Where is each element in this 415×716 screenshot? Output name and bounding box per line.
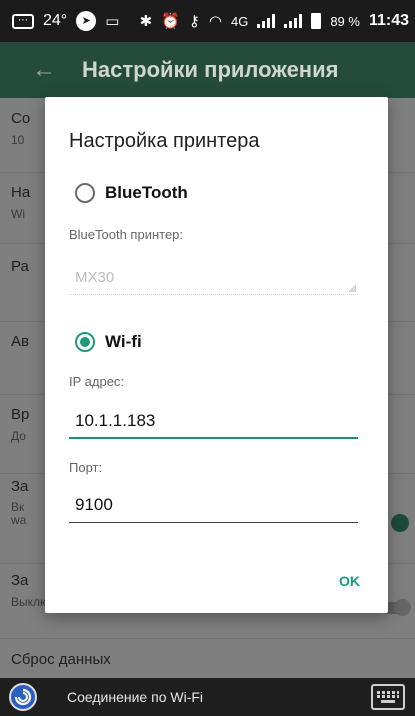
bluetooth-radio[interactable] — [75, 183, 95, 203]
connection-status-text: Соединение по Wi-Fi — [67, 689, 204, 705]
keyboard-icon[interactable] — [371, 684, 405, 710]
bluetooth-icon: ✱ — [139, 12, 153, 30]
key-icon: ⚷ — [188, 12, 200, 30]
page-title: Настройки приложения — [82, 57, 339, 82]
setting-title: Сброс данных — [11, 651, 111, 668]
ok-button[interactable]: OK — [339, 573, 360, 589]
wifi-label: Wi-fi — [105, 332, 142, 351]
port-label: Порт: — [69, 460, 103, 475]
alarm-icon: ⏰ — [161, 12, 180, 30]
back-arrow-icon[interactable]: ← — [32, 56, 56, 84]
status-right: ✱ ⏰ ⚷ ◠ 4G 89 % 11:43 — [140, 12, 409, 30]
bluetooth-printer-label: BlueTooth принтер: — [69, 227, 184, 242]
ip-address-input[interactable]: 10.1.1.183 — [69, 403, 358, 439]
clock-time: 11:43 — [368, 12, 409, 29]
ip-address-label: IP адрес: — [69, 374, 125, 389]
swirl-icon — [14, 688, 32, 706]
battery-icon — [311, 13, 322, 29]
keyboard-notification-icon: ▭ — [105, 12, 120, 30]
bottom-bar: Соединение по Wi-Fi — [0, 678, 415, 716]
toggle-switch[interactable] — [391, 514, 409, 532]
bluetooth-option[interactable]: BlueTooth — [75, 183, 188, 203]
dialog-title: Настройка принтера — [69, 130, 260, 152]
signal-2-icon — [284, 14, 303, 28]
wifi-radio[interactable] — [75, 332, 95, 352]
signal-icon — [257, 14, 276, 28]
status-left: ⋯ 24° ➤ ▭ — [12, 11, 119, 31]
battery-percent: 89 % — [330, 13, 360, 29]
wifi-icon: ◠ — [208, 12, 222, 30]
bluetooth-label: BlueTooth — [105, 183, 188, 202]
temperature-text: 24° — [43, 12, 68, 29]
status-bar: ⋯ 24° ➤ ▭ ✱ ⏰ ⚷ ◠ 4G 89 % 11:43 — [0, 0, 415, 42]
navigation-icon: ➤ — [76, 11, 97, 31]
bluetooth-printer-field: MX30 — [69, 259, 358, 295]
setting-row[interactable]: Сброс данных — [0, 644, 415, 678]
network-type-text: 4G — [230, 13, 249, 29]
app-bar: ← Настройки приложения — [0, 42, 415, 98]
port-input[interactable]: 9100 — [69, 487, 358, 523]
message-icon: ⋯ — [12, 13, 34, 29]
wifi-connection-app-icon[interactable] — [9, 683, 37, 711]
wifi-option[interactable]: Wi-fi — [75, 332, 142, 352]
printer-settings-dialog: Настройка принтера BlueTooth BlueTooth п… — [45, 97, 388, 613]
keyboard-keys-icon — [377, 691, 399, 703]
